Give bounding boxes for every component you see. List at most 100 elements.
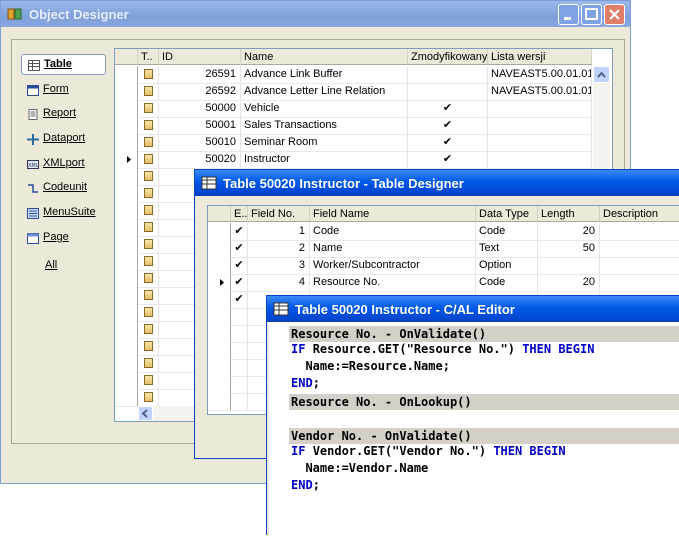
code-line[interactable]: END; (289, 375, 320, 392)
modified-column-header[interactable]: Zmodyfikowany (408, 49, 488, 65)
data-type-cell[interactable]: Code (476, 274, 538, 291)
object-designer-titlebar[interactable]: Object Designer (1, 1, 630, 27)
field-no-cell[interactable]: 1 (248, 223, 310, 240)
row-selector[interactable] (115, 134, 138, 151)
nav-item-menusuite[interactable]: MenuSuite (21, 203, 104, 222)
enabled-column-header[interactable]: E.. (231, 206, 248, 222)
length-cell[interactable]: 50 (538, 240, 600, 257)
code-line[interactable]: END; (289, 477, 320, 494)
field-name-cell[interactable]: Name (310, 240, 476, 257)
enabled-checkbox[interactable] (231, 308, 248, 325)
row-selector[interactable] (208, 257, 231, 274)
row-selector[interactable] (208, 342, 231, 359)
row-selector[interactable] (115, 168, 138, 185)
field-name-cell[interactable]: Resource No. (310, 274, 476, 291)
table-row[interactable]: 50010 Seminar Room ✔ (115, 134, 592, 152)
field-row[interactable]: ✔ 4 Resource No. Code 20 (208, 274, 679, 292)
row-selector[interactable] (208, 359, 231, 376)
nav-item-all[interactable]: All (21, 256, 128, 275)
field-row[interactable]: ✔ 3 Worker/Subcontractor Option (208, 257, 679, 275)
table-row[interactable]: 50020 Instructor ✔ (115, 151, 592, 169)
field-row[interactable]: ✔ 2 Name Text 50 (208, 240, 679, 258)
description-cell[interactable] (600, 257, 679, 274)
enabled-checkbox[interactable]: ✔ (231, 274, 248, 291)
code-line[interactable]: IF Vendor.GET("Vendor No.") THEN BEGIN (289, 443, 566, 460)
row-selector[interactable] (115, 185, 138, 202)
description-cell[interactable] (600, 240, 679, 257)
row-selector[interactable] (208, 393, 231, 410)
enabled-checkbox[interactable]: ✔ (231, 257, 248, 274)
cal-editor-titlebar[interactable]: Table 50020 Instructor - C/AL Editor (267, 296, 679, 322)
field-no-cell[interactable]: 2 (248, 240, 310, 257)
row-selector[interactable] (208, 274, 231, 291)
name-column-header[interactable]: Name (241, 49, 408, 65)
length-cell[interactable]: 20 (538, 274, 600, 291)
row-selector[interactable] (208, 223, 231, 240)
enabled-checkbox[interactable]: ✔ (231, 291, 248, 308)
version-column-header[interactable]: Lista wersji (488, 49, 592, 65)
table-row[interactable]: 26592 Advance Letter Line Relation NAVEAST… (115, 83, 592, 101)
row-selector[interactable] (115, 117, 138, 134)
nav-item-report[interactable]: Report (21, 104, 104, 123)
scroll-left-button[interactable] (138, 406, 153, 421)
enabled-checkbox[interactable]: ✔ (231, 223, 248, 240)
description-column-header[interactable]: Description (600, 206, 679, 222)
row-selector[interactable] (115, 253, 138, 270)
nav-item-xmlport[interactable]: XML XMLport (21, 154, 104, 173)
row-selector[interactable] (115, 321, 138, 338)
maximize-button[interactable] (581, 4, 602, 25)
data-type-cell[interactable]: Code (476, 223, 538, 240)
enabled-checkbox[interactable] (231, 342, 248, 359)
field-name-column-header[interactable]: Field Name (310, 206, 476, 222)
row-selector[interactable] (208, 240, 231, 257)
data-type-column-header[interactable]: Data Type (476, 206, 538, 222)
field-no-cell[interactable]: 4 (248, 274, 310, 291)
enabled-checkbox[interactable]: ✔ (231, 240, 248, 257)
nav-item-form[interactable]: Form (21, 80, 104, 99)
table-designer-titlebar[interactable]: Table 50020 Instructor - Table Designer (195, 170, 679, 196)
row-selector[interactable] (115, 236, 138, 253)
table-row[interactable]: 50001 Sales Transactions ✔ (115, 117, 592, 135)
row-selector[interactable] (115, 372, 138, 389)
nav-item-page[interactable]: Page (21, 228, 104, 247)
enabled-checkbox[interactable] (231, 359, 248, 376)
nav-item-codeunit[interactable]: Codeunit (21, 178, 104, 197)
scroll-up-button[interactable] (593, 66, 610, 83)
row-selector[interactable] (115, 83, 138, 100)
code-line[interactable]: IF Resource.GET("Resource No.") THEN BEG… (289, 341, 594, 358)
enabled-checkbox[interactable] (231, 376, 248, 393)
row-selector[interactable] (115, 100, 138, 117)
type-column-header[interactable]: T.. (138, 49, 159, 65)
row-selector[interactable] (208, 376, 231, 393)
row-selector[interactable] (115, 66, 138, 83)
row-selector[interactable] (208, 308, 231, 325)
row-selector[interactable] (115, 355, 138, 372)
field-no-column-header[interactable]: Field No. (248, 206, 310, 222)
description-cell[interactable] (600, 274, 679, 291)
row-selector[interactable] (115, 389, 138, 406)
row-selector[interactable] (208, 325, 231, 342)
length-cell[interactable] (538, 257, 600, 274)
nav-item-table[interactable]: Table (21, 54, 106, 75)
table-row[interactable]: 50000 Vehicle ✔ (115, 100, 592, 118)
field-row[interactable]: ✔ 1 Code Code 20 (208, 223, 679, 241)
field-name-cell[interactable]: Code (310, 223, 476, 240)
row-selector[interactable] (115, 270, 138, 287)
field-name-cell[interactable]: Worker/Subcontractor (310, 257, 476, 274)
row-selector[interactable] (115, 151, 138, 168)
code-editor[interactable]: Resource No. - OnValidate() IF Resource.G… (267, 323, 679, 536)
nav-item-dataport[interactable]: Dataport (21, 129, 104, 148)
enabled-checkbox[interactable] (231, 393, 248, 410)
row-selector[interactable] (115, 338, 138, 355)
data-type-cell[interactable]: Option (476, 257, 538, 274)
code-line[interactable]: Name:=Resource.Name; (289, 358, 450, 375)
length-column-header[interactable]: Length (538, 206, 600, 222)
code-line[interactable]: Name:=Vendor.Name (289, 460, 428, 477)
data-type-cell[interactable]: Text (476, 240, 538, 257)
row-selector[interactable] (115, 219, 138, 236)
minimize-button[interactable] (558, 4, 579, 25)
row-selector[interactable] (115, 287, 138, 304)
row-selector[interactable] (115, 304, 138, 321)
close-button[interactable] (604, 4, 625, 25)
length-cell[interactable]: 20 (538, 223, 600, 240)
